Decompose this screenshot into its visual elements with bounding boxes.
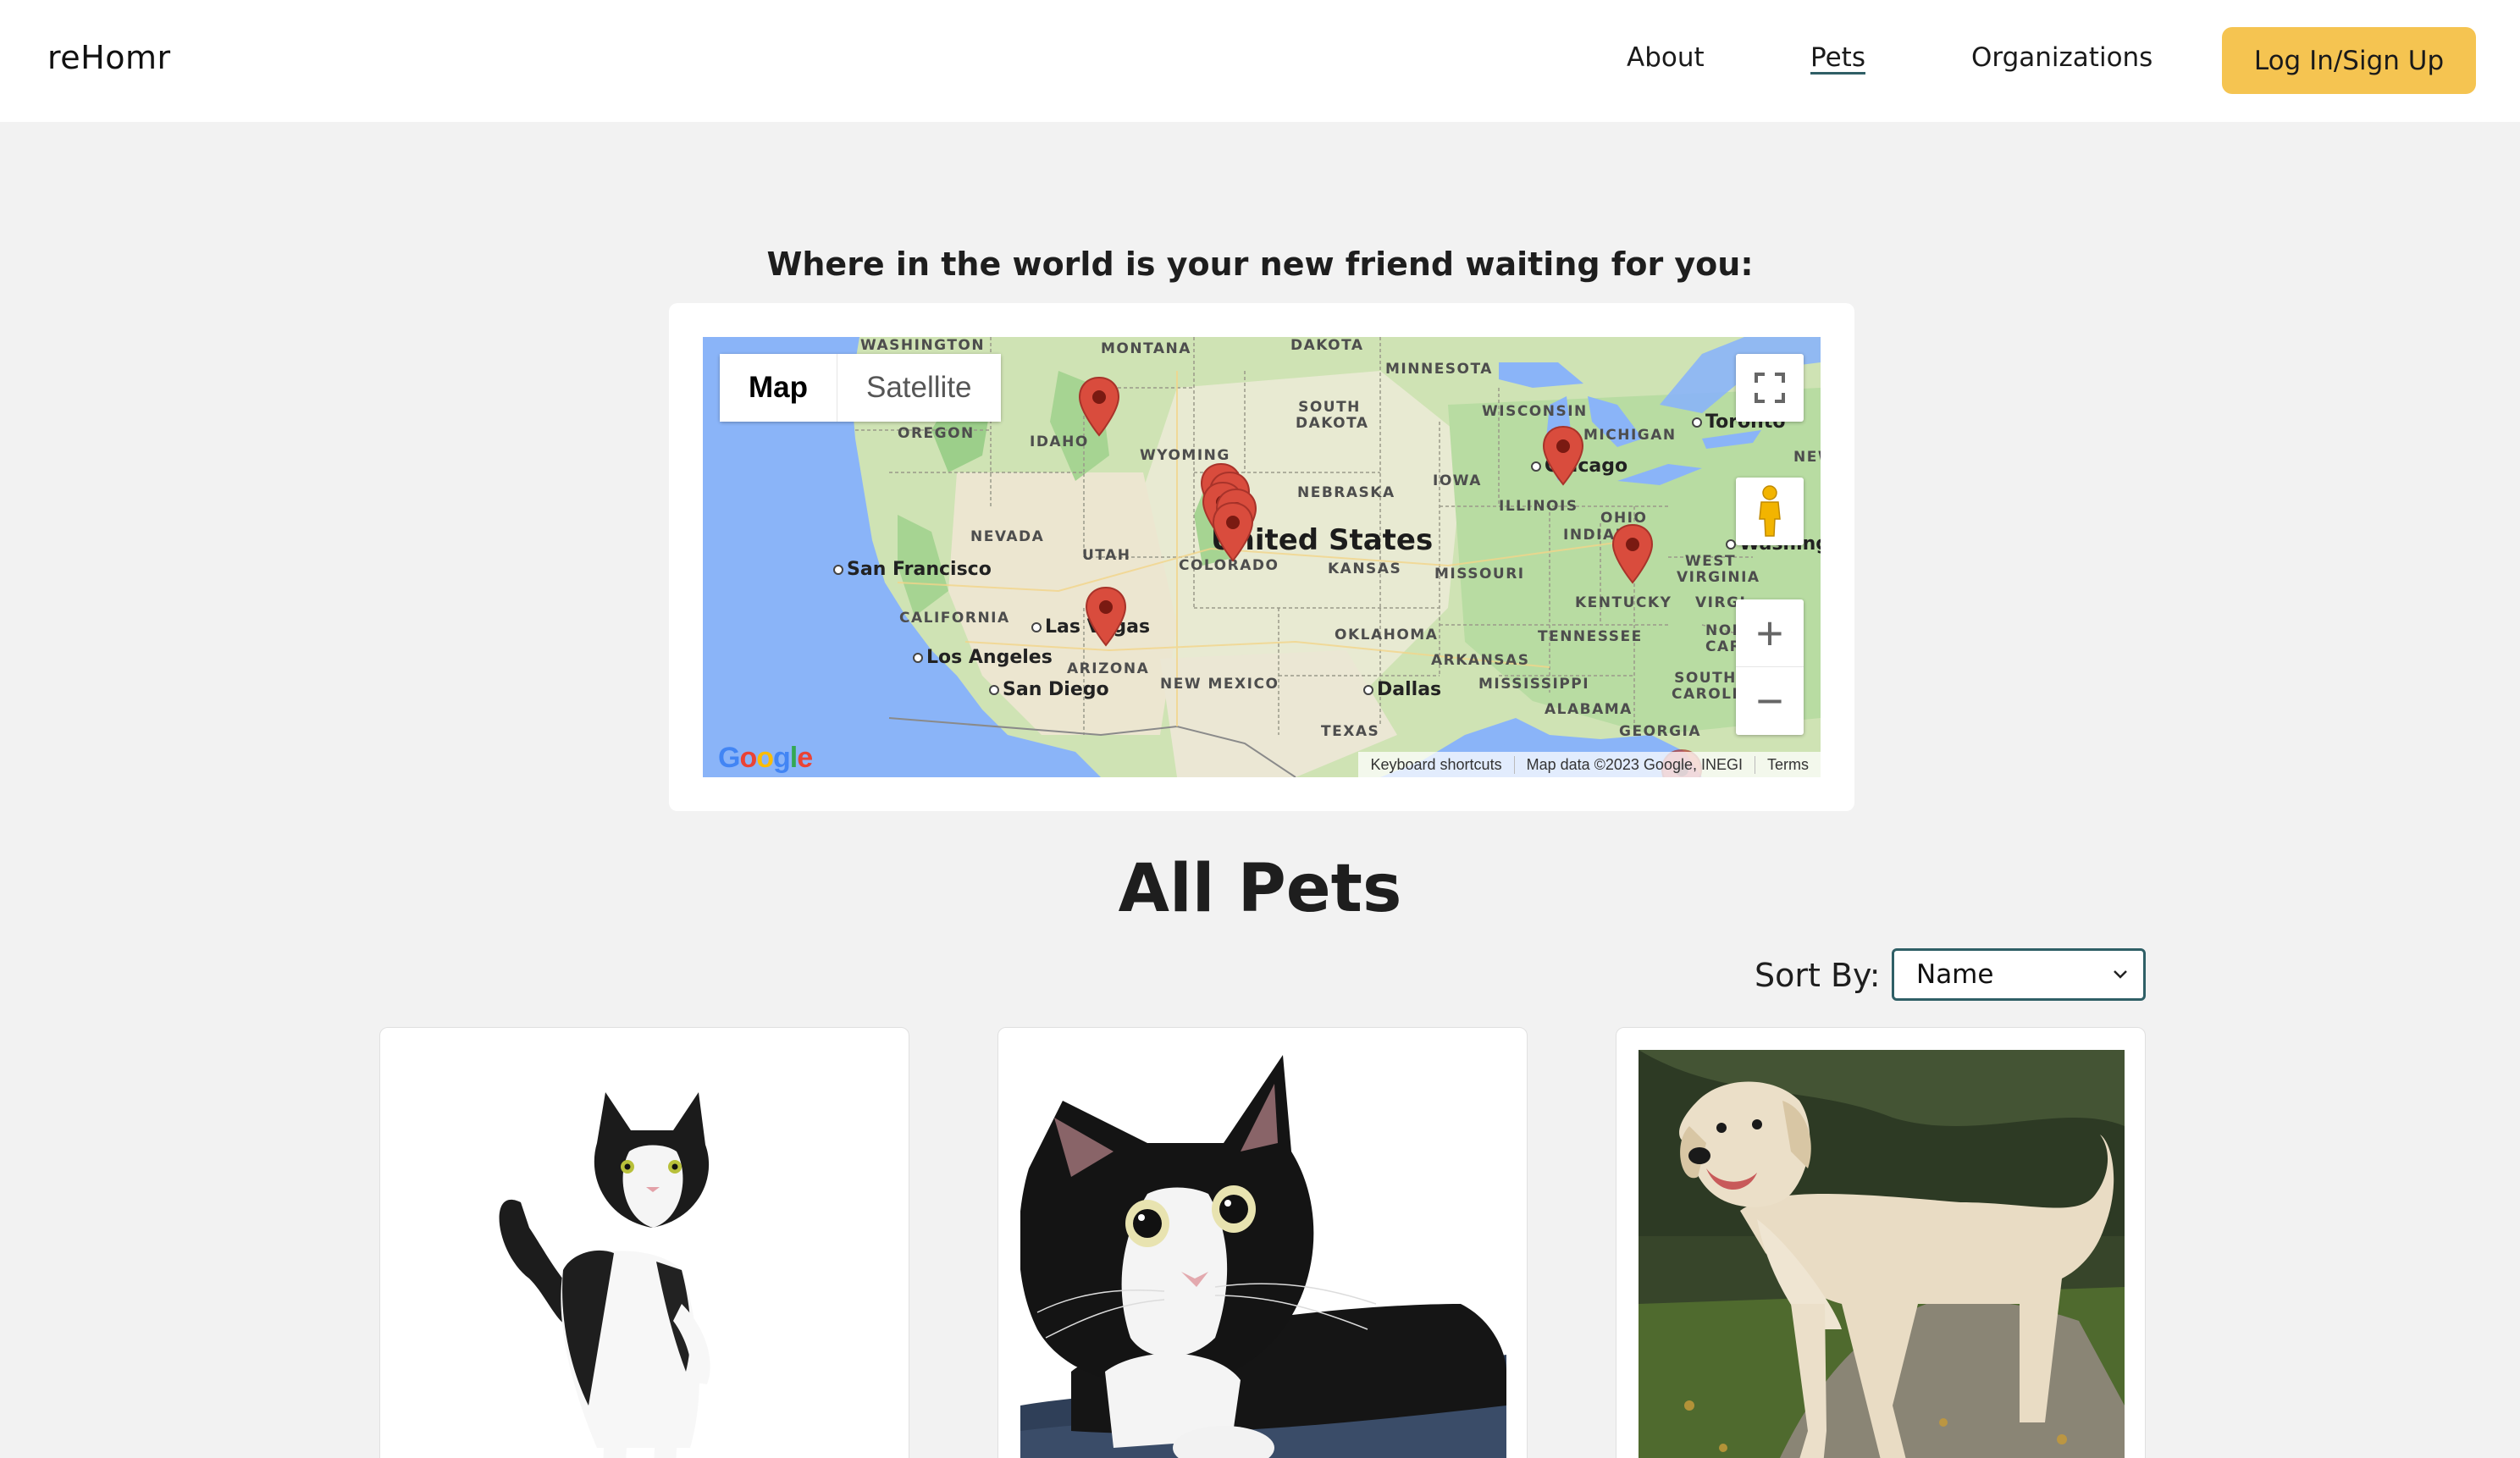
map-state-label: NEVADA <box>970 528 1045 545</box>
map-state-label: MISSOURI <box>1434 566 1525 583</box>
map-type-satellite-button[interactable]: Satellite <box>837 354 1001 422</box>
map-state-label: KANSAS <box>1328 561 1402 577</box>
brand-logo[interactable]: reHomr <box>47 39 171 76</box>
map-state-label: CALIFORNIA <box>899 610 1010 627</box>
map-state-label: ARIZONA <box>1067 660 1150 677</box>
map-attribution: Keyboard shortcuts Map data ©2023 Google… <box>1358 752 1821 777</box>
map-state-label: NOR CARO <box>1705 622 1756 655</box>
map-data-text: Map data ©2023 Google, INEGI <box>1515 755 1755 774</box>
map-state-label: WASHINGTON <box>860 337 986 354</box>
map-card: WASHINGTON MONTANA DAKOTA MINNESOTA SOUT… <box>669 303 1854 811</box>
pegman-icon <box>1759 485 1781 537</box>
map-state-label: MICHIGAN <box>1583 427 1677 444</box>
map-city-label: Dallas <box>1363 679 1441 700</box>
map-state-label: KENTUCKY <box>1575 594 1672 611</box>
map-view[interactable]: WASHINGTON MONTANA DAKOTA MINNESOTA SOUT… <box>703 337 1821 777</box>
pets-section-title: All Pets <box>1118 851 1402 927</box>
terms-link[interactable]: Terms <box>1755 756 1821 774</box>
map-state-label: WEST VIRGINIA <box>1677 553 1760 586</box>
pet-photo[interactable] <box>402 1050 888 1458</box>
map-pin-icon[interactable] <box>1084 586 1128 647</box>
map-state-label: OREGON <box>898 425 975 442</box>
map-state-label: NEW MEXICO <box>1160 676 1279 693</box>
chevron-down-icon <box>2114 970 2127 979</box>
map-city-label: San Francisco <box>833 559 992 580</box>
map-state-label: NEW YOR <box>1793 449 1821 466</box>
pet-photo[interactable] <box>1020 1050 1506 1458</box>
map-state-label: WYOMING <box>1140 447 1230 464</box>
map-state-label: MINNESOTA <box>1385 361 1493 378</box>
nav-organizations-link[interactable]: Organizations <box>1971 42 2152 73</box>
map-pin-icon[interactable] <box>1541 425 1585 486</box>
nav-about-link[interactable]: About <box>1627 42 1705 73</box>
map-type-control: Map Satellite <box>720 354 1001 422</box>
sort-label: Sort By: <box>1755 957 1881 994</box>
sort-select[interactable]: Name <box>1892 948 2146 1001</box>
map-state-label: MONTANA <box>1101 340 1191 357</box>
pet-card[interactable] <box>998 1027 1528 1458</box>
map-state-label: SOUTH CAROLIN <box>1672 670 1753 703</box>
map-state-label: ARKANSAS <box>1431 652 1530 669</box>
fullscreen-icon <box>1755 373 1785 403</box>
map-state-label: ILLINOIS <box>1499 498 1578 515</box>
map-city-label: Los Angeles <box>913 647 1053 668</box>
nav-pets-link[interactable]: Pets <box>1810 42 1865 73</box>
pet-card[interactable] <box>1616 1027 2146 1458</box>
map-state-label: OKLAHOMA <box>1335 627 1439 643</box>
zoom-out-button[interactable]: − <box>1736 667 1804 735</box>
zoom-in-button[interactable]: + <box>1736 599 1804 667</box>
map-state-label: IOWA <box>1433 472 1482 489</box>
map-state-label: NEBRASKA <box>1297 484 1395 501</box>
map-state-label: WISCONSIN <box>1482 403 1588 420</box>
map-pin-icon[interactable] <box>1077 376 1121 437</box>
google-logo[interactable]: Google <box>718 742 813 775</box>
map-state-label: TENNESSEE <box>1538 628 1643 645</box>
map-pin-icon[interactable] <box>1611 523 1655 584</box>
map-state-label: DAKOTA <box>1290 337 1364 354</box>
pet-photo[interactable] <box>1639 1050 2125 1458</box>
map-state-label: SOUTH DAKOTA <box>1296 399 1369 432</box>
map-pin-icon[interactable] <box>1211 501 1255 562</box>
fullscreen-button[interactable] <box>1736 354 1804 422</box>
map-state-label: UTAH <box>1082 547 1131 564</box>
login-signup-button[interactable]: Log In/Sign Up <box>2222 27 2476 94</box>
map-state-label: GEORGIA <box>1619 723 1702 740</box>
map-type-map-button[interactable]: Map <box>720 354 837 422</box>
sort-selected-value: Name <box>1916 959 1994 990</box>
map-state-label: MISSISSIPPI <box>1478 676 1590 693</box>
keyboard-shortcuts-link[interactable]: Keyboard shortcuts <box>1358 755 1515 774</box>
zoom-control: + − <box>1736 599 1804 735</box>
map-state-label: TEXAS <box>1321 723 1380 740</box>
pet-card[interactable] <box>379 1027 909 1458</box>
map-state-label: ALABAMA <box>1545 701 1633 718</box>
map-heading: Where in the world is your new friend wa… <box>766 246 1754 283</box>
navbar: reHomr About Pets Organizations Log In/S… <box>0 0 2520 122</box>
street-view-button[interactable] <box>1736 478 1804 545</box>
map-city-label: San Diego <box>989 679 1109 700</box>
